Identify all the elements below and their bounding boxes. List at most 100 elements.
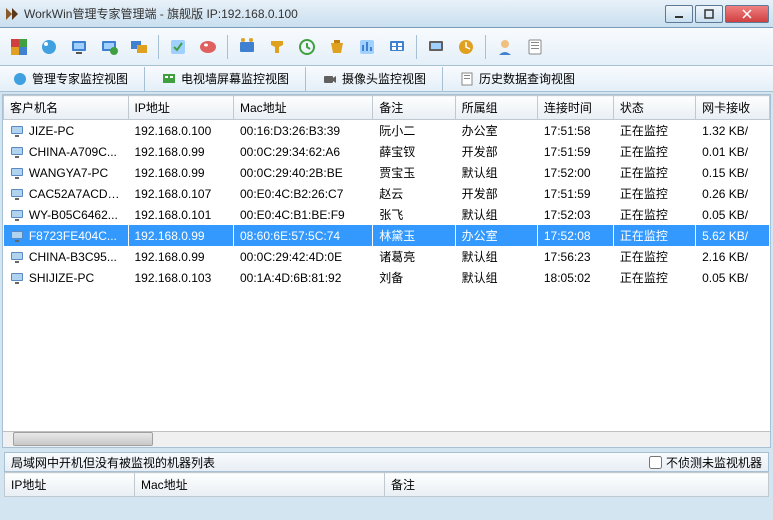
content-area: 客户机名 IP地址 Mac地址 备注 所属组 连接时间 状态 网卡接收 JIZE… xyxy=(0,92,773,501)
cell-name: WANGYA7-PC xyxy=(4,162,129,183)
cell-time: 17:51:59 xyxy=(537,141,613,162)
window-controls xyxy=(665,5,769,23)
tab-monitor-view[interactable]: 管理专家监控视图 xyxy=(6,68,134,89)
tool-btn-11[interactable] xyxy=(324,34,350,60)
unmonitored-table: IP地址 Mac地址 备注 xyxy=(4,472,769,497)
toolbar-separator xyxy=(485,35,486,59)
tool-btn-14[interactable] xyxy=(423,34,449,60)
tool-btn-15[interactable] xyxy=(453,34,479,60)
cell-mac: 00:0C:29:42:4D:0E xyxy=(234,246,373,267)
cell-name: CHINA-B3C95... xyxy=(4,246,129,267)
tool-btn-7[interactable] xyxy=(195,34,221,60)
table-row[interactable]: CAC52A7ACD7...192.168.0.10700:E0:4C:B2:2… xyxy=(4,183,770,204)
no-probe-checkbox-label[interactable]: 不侦测未监视机器 xyxy=(649,454,762,471)
cell-remark: 刘备 xyxy=(373,267,455,288)
cell-rx: 0.15 KB/ xyxy=(696,162,770,183)
app-icon xyxy=(4,6,20,22)
maximize-button[interactable] xyxy=(695,5,723,23)
tool-btn-6[interactable] xyxy=(165,34,191,60)
cell-ip: 192.168.0.99 xyxy=(128,225,234,246)
tool-btn-1[interactable] xyxy=(6,34,32,60)
horizontal-scrollbar[interactable] xyxy=(3,431,770,447)
table-row[interactable]: WANGYA7-PC192.168.0.9900:0C:29:40:2B:BE贾… xyxy=(4,162,770,183)
close-button[interactable] xyxy=(725,5,769,23)
tool-btn-12[interactable] xyxy=(354,34,380,60)
tab-wall-view[interactable]: 电视墙屏幕监控视图 xyxy=(155,68,295,89)
tab-label: 管理专家监控视图 xyxy=(32,70,128,87)
tab-separator xyxy=(305,67,306,91)
cell-status: 正在监控 xyxy=(613,183,695,204)
col-ip[interactable]: IP地址 xyxy=(5,473,135,497)
col-remark[interactable]: 备注 xyxy=(373,96,455,120)
cell-rx: 0.05 KB/ xyxy=(696,267,770,288)
pc-icon xyxy=(10,188,24,200)
table-row[interactable]: WY-B05C6462...192.168.0.10100:E0:4C:B1:B… xyxy=(4,204,770,225)
cell-rx: 0.05 KB/ xyxy=(696,204,770,225)
col-client-name[interactable]: 客户机名 xyxy=(4,96,129,120)
tab-camera-view[interactable]: 摄像头监控视图 xyxy=(316,68,432,89)
bottom-header: 局域网中开机但没有被监视的机器列表 不侦测未监视机器 xyxy=(4,452,769,472)
tool-btn-3[interactable] xyxy=(66,34,92,60)
no-probe-checkbox[interactable] xyxy=(649,456,662,469)
cell-mac: 00:E0:4C:B1:BE:F9 xyxy=(234,204,373,225)
cell-status: 正在监控 xyxy=(613,204,695,225)
cell-name: F8723FE404C... xyxy=(4,225,129,246)
wall-icon xyxy=(161,71,177,87)
cell-remark: 诸葛亮 xyxy=(373,246,455,267)
scrollbar-thumb[interactable] xyxy=(13,432,153,446)
cell-ip: 192.168.0.99 xyxy=(128,246,234,267)
col-time[interactable]: 连接时间 xyxy=(537,96,613,120)
cell-mac: 00:0C:29:34:62:A6 xyxy=(234,141,373,162)
col-mac[interactable]: Mac地址 xyxy=(135,473,385,497)
table-row[interactable]: SHIJIZE-PC192.168.0.10300:1A:4D:6B:81:92… xyxy=(4,267,770,288)
cell-mac: 00:1A:4D:6B:81:92 xyxy=(234,267,373,288)
cell-ip: 192.168.0.103 xyxy=(128,267,234,288)
table-row[interactable]: F8723FE404C...192.168.0.9908:60:6E:57:5C… xyxy=(4,225,770,246)
cell-group: 默认组 xyxy=(455,204,537,225)
cell-group: 默认组 xyxy=(455,267,537,288)
col-mac[interactable]: Mac地址 xyxy=(234,96,373,120)
table-row[interactable]: JIZE-PC192.168.0.10000:16:D3:26:B3:39阮小二… xyxy=(4,120,770,142)
cell-remark: 薛宝钗 xyxy=(373,141,455,162)
minimize-button[interactable] xyxy=(665,5,693,23)
cell-group: 默认组 xyxy=(455,162,537,183)
tool-btn-8[interactable] xyxy=(234,34,260,60)
tool-btn-2[interactable] xyxy=(36,34,62,60)
cell-group: 办公室 xyxy=(455,120,537,142)
tool-btn-13[interactable] xyxy=(384,34,410,60)
tool-btn-16[interactable] xyxy=(492,34,518,60)
camera-icon xyxy=(322,71,338,87)
client-table: 客户机名 IP地址 Mac地址 备注 所属组 连接时间 状态 网卡接收 JIZE… xyxy=(3,95,770,288)
col-status[interactable]: 状态 xyxy=(613,96,695,120)
cell-mac: 00:0C:29:40:2B:BE xyxy=(234,162,373,183)
cell-ip: 192.168.0.100 xyxy=(128,120,234,142)
tab-label: 历史数据查询视图 xyxy=(479,70,575,87)
cell-ip: 192.168.0.99 xyxy=(128,162,234,183)
pc-icon xyxy=(10,167,24,179)
cell-rx: 2.16 KB/ xyxy=(696,246,770,267)
table-row[interactable]: CHINA-B3C95...192.168.0.9900:0C:29:42:4D… xyxy=(4,246,770,267)
tab-separator xyxy=(144,67,145,91)
cell-time: 17:56:23 xyxy=(537,246,613,267)
cell-status: 正在监控 xyxy=(613,162,695,183)
pc-icon xyxy=(10,209,24,221)
table-row[interactable]: CHINA-A709C...192.168.0.9900:0C:29:34:62… xyxy=(4,141,770,162)
col-ip[interactable]: IP地址 xyxy=(128,96,234,120)
cell-ip: 192.168.0.107 xyxy=(128,183,234,204)
tool-btn-4[interactable] xyxy=(96,34,122,60)
cell-mac: 00:E0:4C:B2:26:C7 xyxy=(234,183,373,204)
client-table-wrap: 客户机名 IP地址 Mac地址 备注 所属组 连接时间 状态 网卡接收 JIZE… xyxy=(2,94,771,448)
tool-btn-10[interactable] xyxy=(294,34,320,60)
cell-time: 17:51:58 xyxy=(537,120,613,142)
tab-label: 摄像头监控视图 xyxy=(342,70,426,87)
tab-history-view[interactable]: 历史数据查询视图 xyxy=(453,68,581,89)
tool-btn-5[interactable] xyxy=(126,34,152,60)
col-group[interactable]: 所属组 xyxy=(455,96,537,120)
tool-btn-17[interactable] xyxy=(522,34,548,60)
col-rx[interactable]: 网卡接收 xyxy=(696,96,770,120)
pc-icon xyxy=(10,125,24,137)
tool-btn-9[interactable] xyxy=(264,34,290,60)
col-remark[interactable]: 备注 xyxy=(385,473,769,497)
cell-time: 17:52:00 xyxy=(537,162,613,183)
cell-ip: 192.168.0.99 xyxy=(128,141,234,162)
